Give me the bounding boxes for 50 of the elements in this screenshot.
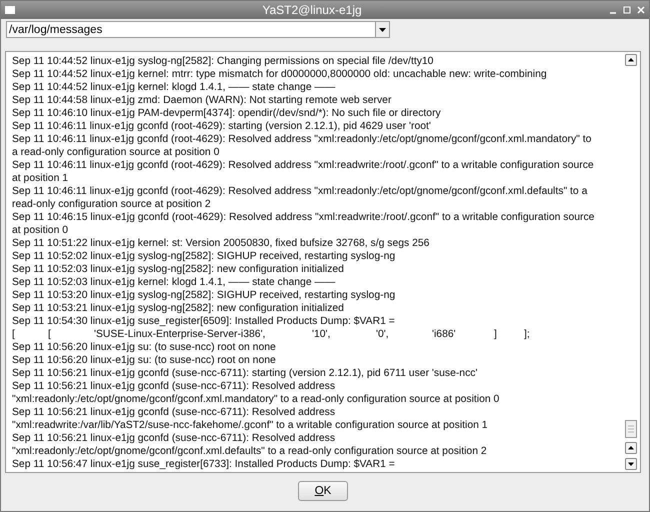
log-line: "xml:readwrite:/var/lib/YaST2/suse-ncc-fakehome/.gconf" to a writable configuration source at position 1 bbox=[12, 419, 489, 432]
log-line: "xml:readonly:/etc/opt/gnome/gconf/gconf.xml.mandatory" to a read-only configuration source at position 0 bbox=[12, 393, 500, 406]
log-line: a read-only configuration source at position 0 bbox=[12, 146, 220, 159]
log-line: Sep 11 10:56:21 linux-e1jg gconfd (suse-ncc-6711): Resolved address bbox=[12, 432, 336, 445]
log-value: 'i686' bbox=[432, 328, 457, 341]
log-line: Sep 11 10:46:11 linux-e1jg gconfd (root-4629): Resolved address "xml:readonly:/etc/opt/gnome/gconf/gconf.xml.mandatory" to bbox=[12, 133, 592, 146]
log-line: Sep 11 10:44:52 linux-e1jg kernel: mtrr: type mismatch for d0000000,8000000 old: uncachable new: write-combining bbox=[12, 68, 548, 81]
log-line: Sep 11 10:56:47 linux-e1jg suse_register[6733]: Installed Products Dump: $VAR1 = bbox=[12, 458, 396, 471]
log-line: Sep 11 10:46:10 linux-e1jg PAM-devperm[4374]: opendir(/dev/snd/*): No such file or directory bbox=[12, 107, 442, 120]
log-line: Sep 11 10:52:03 linux-e1jg syslog-ng[2582]: new configuration initialized bbox=[12, 263, 345, 276]
log-line: Sep 11 10:56:21 linux-e1jg gconfd (suse-ncc-6711): Resolved address bbox=[12, 380, 336, 393]
log-line: Sep 11 10:52:03 linux-e1jg kernel: klogd 1.4.1, —— state change —— bbox=[12, 276, 336, 289]
log-line: Sep 11 10:44:58 linux-e1jg zmd: Daemon (WARN): Not starting remote web server bbox=[12, 94, 392, 107]
log-line: Sep 11 10:56:20 linux-e1jg su: (to suse-ncc) root on none bbox=[12, 354, 277, 367]
scroll-thumb[interactable] bbox=[625, 420, 637, 438]
log-value: '10', bbox=[312, 328, 332, 341]
close-icon[interactable] bbox=[637, 6, 645, 14]
log-value: [ bbox=[12, 328, 16, 341]
log-line: read-only configuration source at position 2 bbox=[12, 198, 212, 211]
scroll-up-icon[interactable] bbox=[625, 442, 637, 454]
log-line: Sep 11 10:56:21 linux-e1jg gconfd (suse-ncc-6711): starting (version 2.12.1), pid 6711 user 'suse-ncc' bbox=[12, 367, 478, 380]
ok-button[interactable]: OK bbox=[298, 481, 348, 501]
log-line: Sep 11 10:46:15 linux-e1jg gconfd (root-4629): Resolved address "xml:readwrite:/root/.gconf" to a writable configuration source bbox=[12, 211, 596, 224]
log-line: Sep 11 10:51:22 linux-e1jg kernel: st: Version 20050830, fixed bufsize 32768, s/g segs 256 bbox=[12, 237, 430, 250]
log-value: [ bbox=[48, 328, 52, 341]
log-line: Sep 11 10:54:30 linux-e1jg suse_register[6509]: Installed Products Dump: $VAR1 = bbox=[12, 315, 396, 328]
scroll-down-icon[interactable] bbox=[625, 458, 637, 470]
log-line: Sep 11 10:56:21 linux-e1jg gconfd (suse-ncc-6711): Resolved address bbox=[12, 406, 336, 419]
log-line: Sep 11 10:56:20 linux-e1jg su: (to suse-ncc) root on none bbox=[12, 341, 277, 354]
log-line: Sep 11 10:53:20 linux-e1jg syslog-ng[2582]: SIGHUP received, restarting syslog-ng bbox=[12, 289, 396, 302]
maximize-icon[interactable] bbox=[623, 6, 631, 14]
caret-icon bbox=[379, 28, 386, 32]
log-line: Sep 11 10:46:11 linux-e1jg gconfd (root-4629): Resolved address "xml:readwrite:/root/.gconf" to a writable configuration source bbox=[12, 159, 595, 172]
log-line: Sep 11 10:46:11 linux-e1jg gconfd (root-4629): starting (version 2.12.1), pid 4629 user 'root' bbox=[12, 120, 432, 133]
log-line: Sep 11 10:44:52 linux-e1jg syslog-ng[2582]: Changing permissions on special file /dev/tty10 bbox=[12, 55, 434, 68]
log-value: '0', bbox=[376, 328, 390, 341]
log-line: Sep 11 10:44:52 linux-e1jg kernel: klogd 1.4.1, —— state change —— bbox=[12, 81, 336, 94]
scroll-up-icon[interactable] bbox=[625, 54, 637, 66]
log-line: Sep 11 10:53:21 linux-e1jg syslog-ng[2582]: new configuration initialized bbox=[12, 302, 345, 315]
log-value: 'SUSE-Linux-Enterprise-Server-i386', bbox=[94, 328, 266, 341]
log-value: ] bbox=[494, 328, 498, 341]
log-line: Sep 11 10:52:02 linux-e1jg syslog-ng[2582]: SIGHUP received, restarting syslog-ng bbox=[12, 250, 396, 263]
file-combo-field[interactable]: /var/log/messages bbox=[6, 21, 375, 38]
log-line: at position 1 bbox=[12, 172, 70, 185]
log-line: Sep 11 10:46:11 linux-e1jg gconfd (root-4629): Resolved address "xml:readonly:/etc/opt/gnome/gconf/gconf.xml.defaults" to a bbox=[12, 185, 588, 198]
log-line: at position 0 bbox=[12, 224, 70, 237]
dropdown-button[interactable] bbox=[375, 21, 390, 38]
log-line: "xml:readonly:/etc/opt/gnome/gconf/gconf.xml.defaults" to a read-only configuration source at position 2 bbox=[12, 445, 488, 458]
log-value: ]; bbox=[524, 328, 531, 341]
window-title: YaST2@linux-e1jg bbox=[261, 3, 363, 17]
